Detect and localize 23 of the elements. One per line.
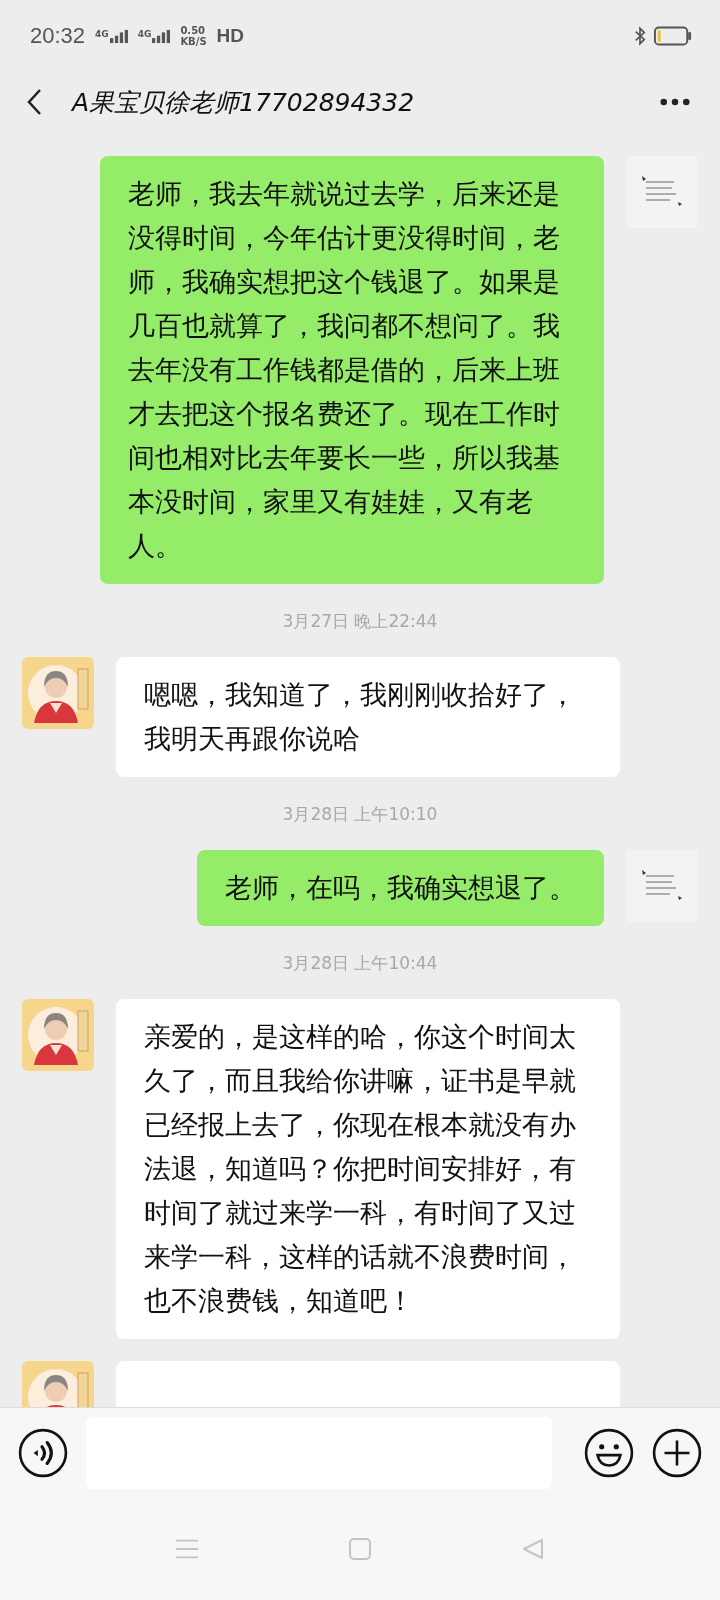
- signal-icon: [109, 28, 128, 44]
- network-label: 4G: [137, 28, 152, 39]
- timestamp: 3月28日 上午10:10: [282, 804, 438, 824]
- hd-label: HD: [216, 25, 245, 47]
- signal-icon: [152, 28, 171, 44]
- clock-time: 20:32: [30, 23, 86, 49]
- message-bubble: 亲爱的，是这样的哈，你这个时间太久了，而且我给你讲嘛，证书是早就已经报上去了，你现在根本就没有办法退，知道吗？你把时间安排好，有时间了就过来学一科，有时间了又过来学一科，这样的话就不浪费时间，也不浪费钱，知道吧！: [116, 999, 620, 1339]
- back-icon[interactable]: [26, 88, 42, 116]
- speed-value: 0.50: [180, 25, 207, 36]
- more-icon[interactable]: [660, 98, 690, 106]
- timestamp: 3月27日 晚上22:44: [282, 611, 438, 631]
- voice-icon[interactable]: [18, 1428, 68, 1478]
- bluetooth-icon: [634, 25, 646, 47]
- speed-unit: KB/S: [180, 36, 207, 47]
- add-icon[interactable]: [652, 1428, 702, 1478]
- message-bubble: 老师，我去年就说过去学，后来还是没得时间，今年估计更没得时间，老师，我确实想把这个钱退了。如果是几百也就算了，我问都不想问了。我去年没有工作钱都是借的，后来上班才去把这个报名费还了。现在工作时间也相对比去年要长一些，所以我基本没时间，家里又有娃娃，又有老人。: [100, 156, 604, 584]
- timestamp: 3月28日 上午10:44: [282, 953, 438, 973]
- emoji-icon[interactable]: [584, 1428, 634, 1478]
- message-bubble: 老师，在吗，我确实想退了。: [197, 850, 604, 926]
- battery-icon: [654, 26, 692, 46]
- chat-title: A果宝贝徐老师17702894332: [72, 86, 416, 119]
- message-bubble: 嗯嗯，我知道了，我刚刚收拾好了，我明天再跟你说哈: [116, 657, 620, 777]
- network-label: 4G: [95, 28, 109, 39]
